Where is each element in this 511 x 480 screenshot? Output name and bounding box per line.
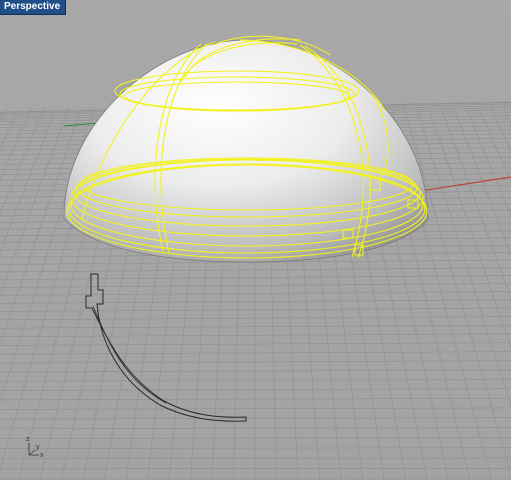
perspective-viewport[interactable]: z x y Perspective xyxy=(0,0,511,480)
x-axis-line xyxy=(419,176,511,192)
dome-surface[interactable] xyxy=(63,39,429,263)
viewport-canvas[interactable] xyxy=(0,0,511,480)
axis-y-label: y xyxy=(36,444,40,451)
viewport-title-tab[interactable]: Perspective xyxy=(0,0,67,15)
axis-z-label: z xyxy=(26,436,30,443)
axis-x-label: x xyxy=(40,452,44,459)
profile-curve-inner xyxy=(92,305,167,404)
